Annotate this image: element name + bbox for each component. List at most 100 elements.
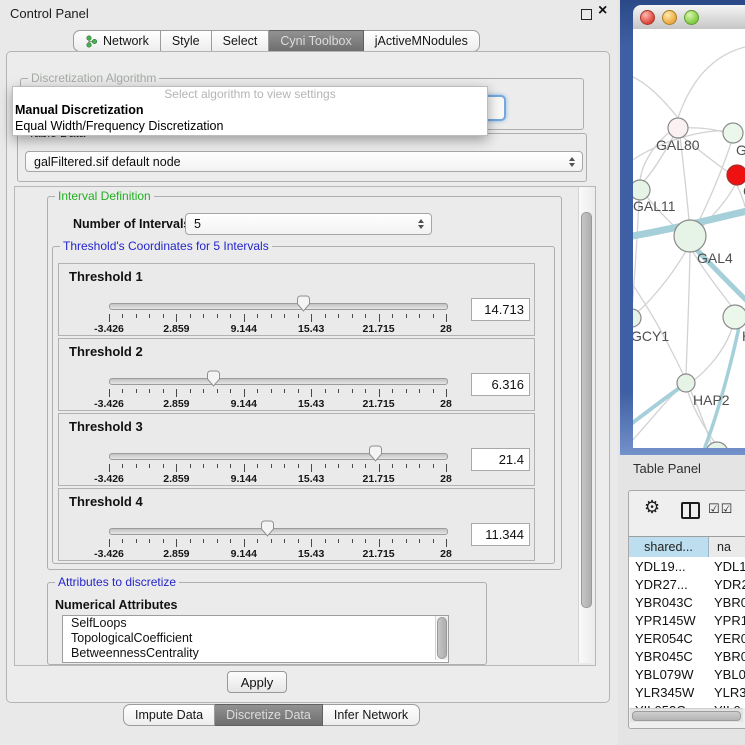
algorithm-group-title: Discretization Algorithm [28,71,159,85]
network-node[interactable] [706,442,728,448]
close-icon[interactable]: × [598,2,607,20]
network-node[interactable] [723,305,745,329]
tab-label: jActiveMNodules [375,34,468,48]
table-row[interactable]: YDL19...YDL1 [629,557,745,575]
gear-icon[interactable]: ⚙ [644,498,660,516]
tab-impute-data[interactable]: Impute Data [123,704,215,726]
network-node[interactable] [674,220,706,252]
numerical-attributes-label: Numerical Attributes [55,598,177,612]
network-node[interactable] [633,309,641,327]
attribute-item-topologicalcoefficient[interactable]: TopologicalCoefficient [63,631,448,646]
threshold-label: Threshold 2 [69,344,143,359]
slider-track[interactable] [109,378,448,385]
table-horizontal-scrollbar[interactable] [630,708,743,722]
table-row[interactable]: YIL052CYIL0 [629,701,745,708]
num-intervals-combobox[interactable]: 5 [185,213,432,235]
tab-label: Discretize Data [226,708,311,722]
network-graph: GAL80GACGAL11GAL4GCY1HHAP2 [633,29,745,448]
column-header-name[interactable]: na [709,537,745,557]
network-node[interactable] [727,165,745,185]
attributes-group-title: Attributes to discretize [55,575,179,589]
checkbox-checked-icons[interactable]: ☑☑ [708,501,733,517]
cell-name: YLR3 [714,685,745,700]
table-row[interactable]: YPR145WYPR1 [629,611,745,629]
threshold-value-field[interactable]: 6.316 [471,373,530,396]
threshold-panel-4: Threshold 4-3.4262.8599.14415.4321.71528… [58,488,535,561]
table-data-combobox[interactable]: galFiltered.sif default node [25,151,583,172]
table-row[interactable]: YER054CYER0 [629,629,745,647]
tab-cyni-toolbox[interactable]: Cyni Toolbox [269,30,363,52]
network-edge [634,251,686,315]
tab-label: Style [172,34,200,48]
table-row[interactable]: YLR345WYLR3 [629,683,745,701]
attributes-list-scrollbar[interactable] [435,616,448,660]
network-view-canvas[interactable]: GAL80GACGAL11GAL4GCY1HHAP2 [633,29,745,448]
slider-track[interactable] [109,453,448,460]
network-tab-icon [85,35,98,48]
threshold-label: Threshold 3 [69,419,143,434]
tab-network[interactable]: Network [73,30,161,52]
network-edge [633,77,678,118]
algorithm-option-manual-discretization[interactable]: Manual Discretization [13,102,487,118]
network-node[interactable] [633,180,650,200]
table-row[interactable]: YDR27...YDR2 [629,575,745,593]
cell-shared-name: YBR045C [629,649,714,664]
apply-button[interactable]: Apply [227,671,287,693]
table-data-value: galFiltered.sif default node [34,155,181,169]
num-intervals-value: 5 [194,217,201,231]
column-header-shared[interactable]: shared... [629,537,709,557]
scrollbar-thumb[interactable] [632,711,741,721]
network-node-label: GAL4 [697,250,733,266]
float-window-icon[interactable] [581,9,592,20]
tab-jactivemnodules[interactable]: jActiveMNodules [364,30,480,52]
scrollbar-thumb[interactable] [581,212,592,608]
split-columns-icon[interactable] [681,502,700,519]
tab-infer-network[interactable]: Infer Network [323,704,420,726]
window-close-icon[interactable] [640,10,655,25]
panel-title: Control Panel [10,6,89,21]
algorithm-option-equal-width-frequency-discretization[interactable]: Equal Width/Frequency Discretization [13,118,487,134]
bottom-tab-bar: Impute Data Discretize Data Infer Network [123,704,420,726]
table-row[interactable]: YBR045CYBR0 [629,647,745,665]
threshold-value-field[interactable]: 21.4 [471,448,530,471]
cell-shared-name: YDR27... [629,577,714,592]
slider-track[interactable] [109,528,448,535]
network-node[interactable] [723,123,743,143]
tab-discretize-data[interactable]: Discretize Data [215,704,323,726]
threshold-value-field[interactable]: 11.344 [471,523,530,546]
tab-select[interactable]: Select [212,30,270,52]
network-node[interactable] [677,374,695,392]
tab-label: Impute Data [135,708,203,722]
cell-shared-name: YPR145W [629,613,714,628]
table-rows: YDL19...YDL1YDR27...YDR2YBR043CYBR0YPR14… [629,557,745,708]
tab-label: Cyni Toolbox [280,34,351,48]
scrollbar-thumb[interactable] [437,617,447,659]
network-edge [694,328,732,380]
tab-style[interactable]: Style [161,30,212,52]
cell-shared-name: YBL079W [629,667,714,682]
network-edge [686,252,690,374]
window-minimize-icon[interactable] [662,10,677,25]
combo-stepper-icon [569,157,575,167]
table-row[interactable]: YBL079WYBL0 [629,665,745,683]
network-edge-highlighted [633,387,681,427]
slider-tick-labels: -3.4262.8599.14415.4321.71528 [109,323,446,334]
threshold-value-field[interactable]: 14.713 [471,298,530,321]
network-window-titlebar[interactable] [633,5,745,30]
dropdown-options: Manual DiscretizationEqual Width/Frequen… [13,102,487,134]
cell-shared-name: YBR043C [629,595,714,610]
table-row[interactable]: YBR043CYBR0 [629,593,745,611]
network-node-label: GA [736,142,745,158]
network-node[interactable] [668,118,688,138]
window-zoom-icon[interactable] [684,10,699,25]
attributes-list[interactable]: SelfLoopsTopologicalCoefficientBetweenne… [62,615,449,663]
threshold-label: Threshold 4 [69,494,143,509]
attribute-item-betweennesscentrality[interactable]: BetweennessCentrality [63,646,448,661]
slider-track[interactable] [109,303,448,310]
dropdown-header: Select algorithm to view settings [13,87,487,102]
tab-label: Network [103,34,149,48]
thresholds-group-title: Threshold's Coordinates for 5 Intervals [60,239,272,253]
vertical-scrollbar[interactable] [578,187,594,663]
attribute-item-selfloops[interactable]: SelfLoops [63,616,448,631]
network-node-label: HAP2 [693,392,730,408]
